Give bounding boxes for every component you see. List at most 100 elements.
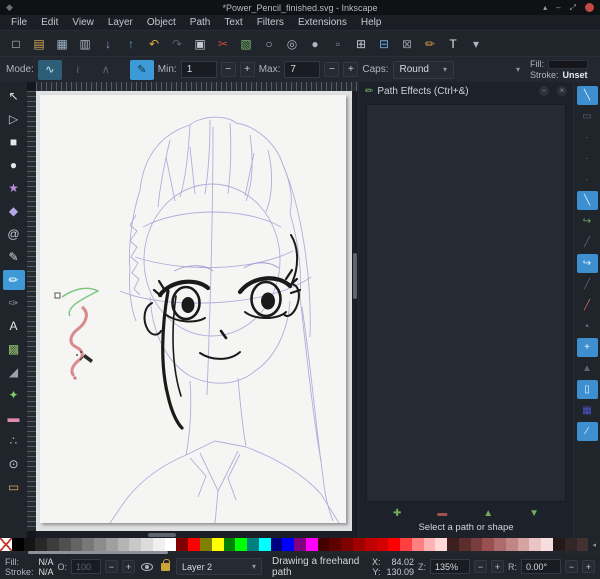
tool-node-editor[interactable]: ▷	[3, 109, 25, 129]
zoom-page-button[interactable]: ●	[304, 34, 326, 54]
pencil-mode-bezier-button[interactable]: ∿	[37, 59, 62, 80]
palette-swatch-42[interactable]	[494, 538, 506, 551]
palette-swatch-49[interactable]	[576, 538, 589, 551]
text-dialog-button[interactable]: T	[442, 34, 464, 54]
snap-path-intersections[interactable]: ╱	[577, 233, 598, 252]
snap-bbox-midpoints[interactable]: ·	[577, 170, 598, 189]
clone-button[interactable]: ⊟	[373, 34, 395, 54]
snap-bounding-box[interactable]: ▭	[577, 107, 598, 126]
palette-swatch-20[interactable]	[235, 538, 248, 551]
min-increase-button[interactable]: +	[239, 62, 255, 77]
menu-file[interactable]: File	[4, 16, 34, 29]
zoom-input[interactable]: 135%	[430, 559, 470, 574]
palette-swatch-32[interactable]	[376, 538, 389, 551]
zoom-width-button[interactable]: ▫	[327, 34, 349, 54]
tool-text[interactable]: A	[3, 316, 25, 336]
menu-path[interactable]: Path	[183, 16, 218, 29]
palette-swatch-5[interactable]	[58, 538, 71, 551]
save-button[interactable]: ▦	[51, 34, 73, 54]
vertical-ruler[interactable]	[27, 91, 36, 531]
fill-swatch[interactable]	[548, 59, 588, 69]
copy-button[interactable]: ▣	[189, 34, 211, 54]
import-button[interactable]: ↓	[97, 34, 119, 54]
menu-view[interactable]: View	[65, 16, 101, 29]
palette-swatch-37[interactable]	[435, 538, 448, 551]
menu-layer[interactable]: Layer	[101, 16, 140, 29]
palette-swatch-15[interactable]	[176, 538, 189, 551]
horizontal-scrollbar-thumb[interactable]	[148, 532, 176, 537]
panel-close-button[interactable]: ×	[557, 86, 567, 96]
palette-swatch-46[interactable]	[541, 538, 553, 551]
tool-pen-bezier[interactable]: ✎	[3, 247, 25, 267]
max-pressure-input[interactable]: 7	[284, 61, 321, 78]
palette-swatch-11[interactable]	[129, 538, 142, 551]
palette-swatch-35[interactable]	[411, 538, 424, 551]
palette-swatch-26[interactable]	[305, 538, 318, 551]
tool-calligraphy[interactable]: ✑	[3, 293, 25, 313]
palette-swatch-36[interactable]	[423, 538, 436, 551]
palette-swatch-2[interactable]	[23, 538, 36, 551]
duplicate-button[interactable]: ⊞	[350, 34, 372, 54]
tool-options-overflow-button[interactable]: ▾	[516, 65, 520, 74]
palette-swatch-24[interactable]	[282, 538, 295, 551]
palette-scroll-left-icon[interactable]: ◂	[588, 538, 600, 551]
undo-button[interactable]: ↶	[143, 34, 165, 54]
print-button[interactable]: ▥	[74, 34, 96, 54]
tool-rectangle[interactable]: ■	[3, 132, 25, 152]
zoom-selection-button[interactable]: ○	[258, 34, 280, 54]
cut-button[interactable]: ✂	[212, 34, 234, 54]
palette-swatch-9[interactable]	[105, 538, 118, 551]
redo-button[interactable]: ↷	[166, 34, 188, 54]
open-document-button[interactable]: ▤	[28, 34, 50, 54]
pencil-mode-straight-button[interactable]: ∧	[94, 60, 118, 80]
palette-swatch-3[interactable]	[35, 538, 48, 551]
palette-swatch-none[interactable]	[0, 538, 12, 551]
palette-swatch-30[interactable]	[352, 538, 365, 551]
palette-swatch-43[interactable]	[505, 538, 518, 551]
opacity-decrease-button[interactable]: −	[105, 560, 119, 573]
palette-swatch-1[interactable]	[11, 538, 24, 551]
document-page[interactable]	[40, 95, 346, 524]
palette-swatch-12[interactable]	[141, 538, 153, 551]
palette-swatch-18[interactable]	[211, 538, 224, 551]
palette-swatch-48[interactable]	[564, 538, 577, 551]
palette-swatch-27[interactable]	[317, 538, 330, 551]
opacity-increase-button[interactable]: +	[122, 560, 136, 573]
menu-filters[interactable]: Filters	[250, 16, 291, 29]
palette-swatch-34[interactable]	[400, 538, 412, 551]
menu-edit[interactable]: Edit	[34, 16, 65, 29]
palette-swatch-45[interactable]	[529, 538, 542, 551]
snap-guides[interactable]: ∕	[576, 422, 598, 441]
palette-swatch-29[interactable]	[341, 538, 353, 551]
snap-rotation-centers[interactable]: ▲	[577, 359, 598, 378]
toolbar-overflow-button[interactable]: ▾	[465, 34, 487, 54]
tool-spiral[interactable]: @	[3, 224, 25, 244]
palette-swatch-16[interactable]	[188, 538, 201, 551]
horizontal-scrollbar[interactable]	[36, 531, 358, 538]
panel-iconify-button[interactable]: −	[539, 86, 549, 96]
tool-eraser[interactable]: ▬	[3, 408, 25, 428]
fill-stroke-dialog-button[interactable]: ✏	[419, 34, 441, 54]
snap-paths[interactable]: ↪	[577, 212, 598, 231]
export-button[interactable]: ↑	[120, 34, 142, 54]
palette-swatch-6[interactable]	[70, 538, 83, 551]
palette-swatch-47[interactable]	[552, 538, 565, 551]
min-pressure-input[interactable]: 1	[180, 61, 217, 78]
canvas[interactable]	[36, 91, 352, 531]
snap-smooth-nodes[interactable]: ╱	[577, 275, 598, 294]
palette-swatch-40[interactable]	[470, 538, 483, 551]
horizontal-ruler[interactable]	[36, 82, 358, 91]
snap-line-midpoints[interactable]: ╱	[577, 296, 598, 315]
zoom-increase-button[interactable]: +	[491, 560, 504, 573]
layer-lock-icon[interactable]	[161, 558, 171, 571]
palette-swatch-41[interactable]	[482, 538, 495, 551]
tool-tweak[interactable]: ◢	[3, 362, 25, 382]
keep-above-icon[interactable]: ▴	[543, 3, 547, 12]
minimize-button[interactable]: –	[556, 3, 560, 12]
tool-measure[interactable]: ▭	[3, 477, 25, 497]
palette-swatch-22[interactable]	[258, 538, 271, 551]
move-effect-down-button[interactable]: ▼	[529, 508, 539, 519]
rotation-decrease-button[interactable]: −	[565, 560, 578, 573]
palette-swatch-28[interactable]	[329, 538, 342, 551]
tool-zoom[interactable]: ⊙	[3, 454, 25, 474]
